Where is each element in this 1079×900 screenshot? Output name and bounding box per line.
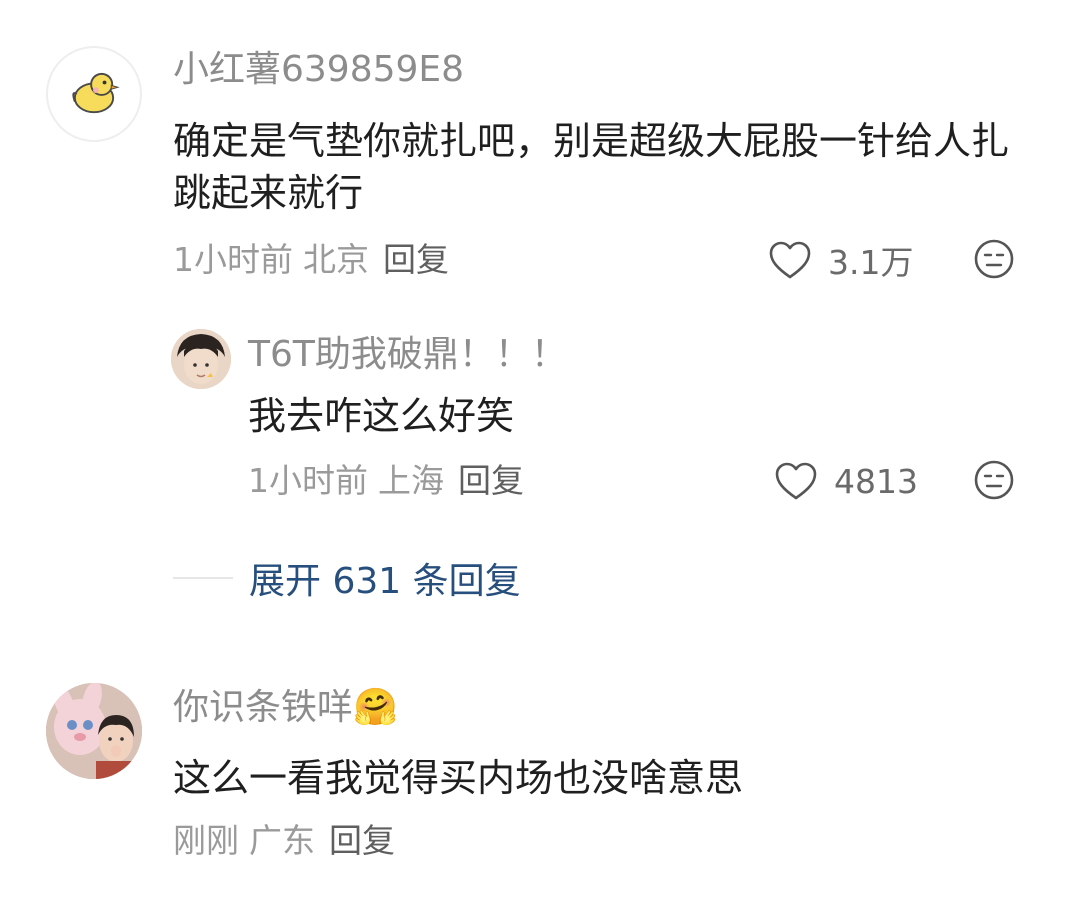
reply-button[interactable]: 回复	[458, 461, 524, 500]
hugging-face-emoji: 🤗	[353, 687, 398, 728]
expand-replies-label: 展开 631 条回复	[249, 561, 521, 602]
reply-button[interactable]: 回复	[383, 240, 449, 279]
heart-icon	[768, 240, 812, 280]
like-button[interactable]: 3.1万	[768, 238, 913, 282]
neutral-face-icon	[974, 460, 1014, 500]
comment-username[interactable]: 你识条铁咩🤗	[173, 686, 398, 730]
yellow-chick-icon	[72, 72, 120, 114]
avatar[interactable]	[171, 329, 231, 389]
comment-text[interactable]: 确定是气垫你就扎吧，别是超级大屁股一针给人扎跳起来就行	[173, 115, 1023, 219]
neutral-face-icon	[974, 239, 1014, 279]
avatar[interactable]	[46, 683, 142, 779]
like-count: 3.1万	[828, 243, 914, 282]
divider	[173, 577, 233, 579]
dislike-button[interactable]	[973, 459, 1015, 501]
comment-meta: 刚刚 广东 回复	[173, 821, 395, 861]
reply-text[interactable]: 我去咋这么好笑	[248, 390, 948, 442]
comment-username[interactable]: 小红薯639859E8	[173, 48, 464, 92]
reply-button[interactable]: 回复	[329, 821, 395, 860]
heart-icon	[774, 461, 818, 501]
expand-replies-button[interactable]: 展开 631 条回复	[173, 552, 521, 604]
like-count: 4813	[834, 461, 918, 501]
plush-toy-selfie-avatar	[46, 683, 142, 779]
comment-time: 1小时前	[173, 240, 293, 279]
comment-location: 北京	[303, 240, 369, 279]
reply-username[interactable]: T6T助我破鼎！！！	[248, 333, 567, 377]
comment-time: 刚刚	[173, 821, 239, 860]
reply-time: 1小时前	[248, 461, 368, 500]
avatar[interactable]	[46, 46, 142, 142]
person-photo-avatar	[171, 329, 231, 389]
comment-meta: 1小时前 北京 回复	[173, 240, 449, 280]
comment-text[interactable]: 这么一看我觉得买内场也没啥意思	[173, 752, 1023, 804]
dislike-button[interactable]	[973, 238, 1015, 280]
reply-meta: 1小时前 上海 回复	[248, 461, 524, 501]
username-text: 你识条铁咩	[173, 687, 354, 728]
comment-location: 广东	[249, 821, 315, 860]
reply-location: 上海	[378, 461, 444, 500]
like-button[interactable]: 4813	[774, 459, 918, 503]
comment-list: 小红薯639859E8 确定是气垫你就扎吧，别是超级大屁股一针给人扎跳起来就行 …	[0, 0, 1079, 900]
